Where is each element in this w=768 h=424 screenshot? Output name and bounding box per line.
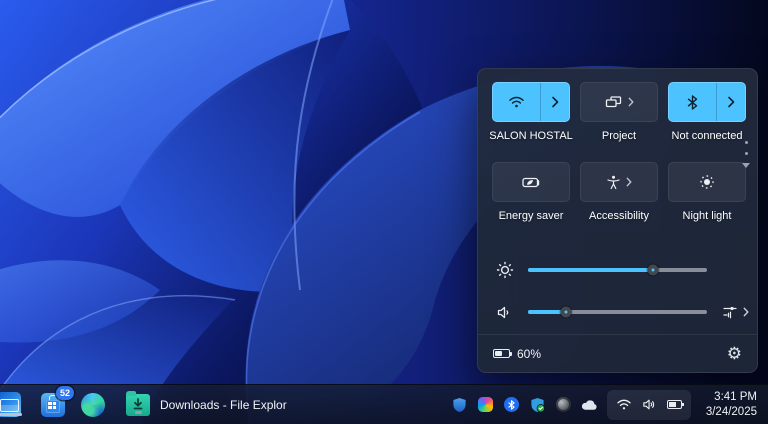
taskbar: 52 Downloads - File Explor (0, 384, 768, 424)
store-window-glyph (48, 402, 56, 409)
taskbar-file-explorer-task[interactable]: Downloads - File Explor (120, 385, 293, 424)
project-chevron-icon (628, 97, 634, 107)
audio-output-icon (723, 305, 738, 319)
taskbar-left-apps: 52 Downloads - File Explor (0, 385, 293, 424)
bluetooth-tray-glyph (504, 397, 519, 412)
accessibility-button[interactable] (580, 162, 658, 202)
accessibility-chevron-icon (626, 177, 632, 187)
night-light-button[interactable] (668, 162, 746, 202)
audio-output-chevron-icon (743, 307, 749, 317)
energy-saver-toggle-cell: Energy saver (492, 162, 570, 223)
taskbar-system-tray: 3:41 PM 3/24/2025 (451, 385, 763, 424)
taskbar-mail-app[interactable] (0, 392, 26, 418)
copilot-glyph (478, 397, 493, 412)
project-label: Project (602, 129, 636, 143)
mail-active-indicator (0, 413, 22, 416)
brightness-row (478, 250, 757, 290)
tray-battery-fill (669, 402, 677, 407)
taskbar-store-app[interactable]: 52 (40, 392, 66, 418)
clock-date: 3/24/2025 (706, 405, 757, 420)
bluetooth-icon[interactable] (669, 83, 716, 121)
onedrive-cloud-icon[interactable] (581, 396, 598, 413)
defender-status-shield-icon[interactable] (529, 396, 546, 413)
energy-saver-icon (522, 176, 541, 189)
taskbar-clock[interactable]: 3:41 PM 3/24/2025 (700, 390, 763, 420)
brightness-track[interactable] (528, 268, 707, 272)
qs-page-indicator (742, 141, 750, 168)
copilot-icon[interactable] (477, 396, 494, 413)
circular-app-icon[interactable] (555, 396, 572, 413)
store-notification-badge: 52 (56, 386, 74, 400)
bluetooth-expand-chevron-icon[interactable] (716, 83, 745, 121)
accessibility-toggle-cell: Accessibility (580, 162, 658, 223)
project-icon (605, 95, 622, 109)
bluetooth-toggle-label: Not connected (672, 129, 743, 143)
wifi-toggle-cell: SALON HOSTAL (492, 82, 570, 143)
battery-status[interactable]: 60% (493, 347, 541, 361)
explorer-task-label: Downloads - File Explor (160, 398, 287, 412)
settings-gear-icon[interactable]: ⚙ (727, 345, 742, 362)
page-down-arrow-icon[interactable] (742, 163, 750, 168)
volume-thumb[interactable] (560, 307, 571, 318)
page-dot (745, 152, 748, 155)
circular-app-glyph (556, 397, 571, 412)
wifi-expand-chevron-icon[interactable] (540, 83, 569, 121)
windows-security-shield-icon[interactable] (451, 396, 468, 413)
brightness-slider[interactable] (528, 261, 707, 279)
bluetooth-toggle-cell: Not connected (668, 82, 746, 143)
bluetooth-toggle-button[interactable] (668, 82, 746, 122)
night-light-label: Night light (683, 209, 732, 223)
project-toggle-cell: Project (580, 82, 658, 143)
page-dot (745, 141, 748, 144)
brightness-thumb[interactable] (648, 265, 659, 276)
taskbar-edge-app[interactable] (80, 392, 106, 418)
quick-toggles-grid: SALON HOSTAL Project (478, 69, 757, 223)
tray-wifi-icon (616, 398, 632, 411)
brightness-fill (528, 268, 653, 272)
battery-icon (493, 349, 510, 358)
battery-fill (495, 351, 502, 356)
accessibility-label: Accessibility (589, 209, 649, 223)
volume-row (478, 292, 757, 332)
energy-saver-label: Energy saver (499, 209, 564, 223)
audio-output-selector[interactable] (723, 305, 749, 319)
battery-percent-label: 60% (517, 347, 541, 361)
tray-volume-icon (642, 398, 657, 411)
wifi-toggle-button[interactable] (492, 82, 570, 122)
energy-saver-button[interactable] (492, 162, 570, 202)
volume-track[interactable] (528, 310, 707, 314)
night-light-toggle-cell: Night light (668, 162, 746, 223)
wifi-icon[interactable] (493, 83, 540, 121)
bluetooth-tray-icon[interactable] (503, 396, 520, 413)
download-arrow-icon (133, 398, 143, 410)
tray-battery-icon (667, 400, 682, 409)
edge-browser-icon (81, 393, 105, 417)
downloads-folder-icon (126, 394, 150, 416)
accessibility-icon (607, 175, 620, 190)
qs-footer: 60% ⚙ (478, 334, 757, 372)
project-button[interactable] (580, 82, 658, 122)
brightness-icon (494, 261, 516, 279)
quick-settings-panel: SALON HOSTAL Project (477, 68, 758, 373)
desktop: SALON HOSTAL Project (0, 0, 768, 424)
clock-time: 3:41 PM (714, 390, 757, 405)
volume-slider[interactable] (528, 303, 707, 321)
wifi-toggle-label: SALON HOSTAL (489, 129, 573, 143)
quick-settings-tray-button[interactable] (607, 390, 691, 420)
volume-icon (494, 305, 516, 320)
explorer-active-indicator (135, 411, 142, 414)
night-light-icon (699, 174, 715, 190)
